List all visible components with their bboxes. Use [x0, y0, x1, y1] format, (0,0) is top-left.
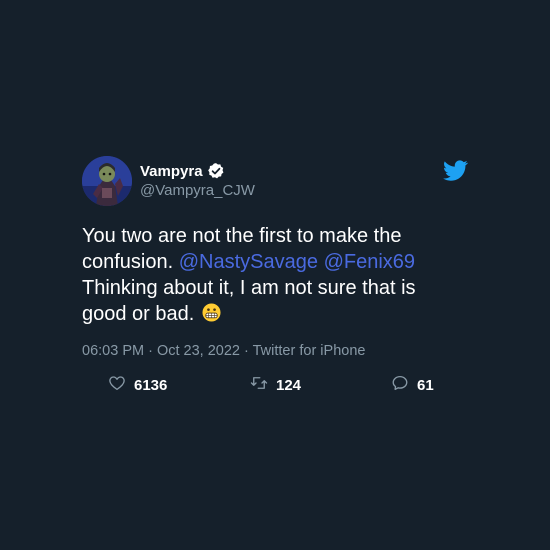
retweet-count: 124: [276, 377, 302, 394]
tweet-card: Vampyra @Vampyra_CJW You two are not the…: [82, 156, 472, 394]
action-bar: 6136 124 61: [82, 374, 482, 394]
tweet-text-segment: confusion.: [82, 251, 179, 273]
reply-count: 61: [417, 377, 434, 394]
mention-link-nastysavage[interactable]: @NastySavage: [179, 251, 318, 273]
like-button[interactable]: 6136: [108, 374, 167, 397]
tweet-header: Vampyra @Vampyra_CJW: [82, 156, 472, 208]
tweet-text-line: You two are not the first to make the: [82, 225, 402, 247]
tweet-source[interactable]: Twitter for iPhone: [253, 343, 366, 359]
reply-button[interactable]: 61: [391, 374, 434, 397]
tweet-time[interactable]: 06:03 PM: [82, 343, 144, 359]
tweet-text-line: good or bad.: [82, 301, 462, 327]
mention-link-fenix69[interactable]: @Fenix69: [324, 251, 415, 273]
meta-separator: ·: [240, 343, 253, 359]
display-name[interactable]: Vampyra: [140, 163, 203, 180]
reply-icon: [391, 374, 409, 397]
avatar[interactable]: [82, 156, 132, 206]
tweet-text-line: confusion. @NastySavage @Fenix69: [82, 249, 462, 275]
tweet-date[interactable]: Oct 23, 2022: [157, 343, 240, 359]
like-count: 6136: [134, 377, 168, 394]
handle[interactable]: @Vampyra_CJW: [140, 182, 255, 199]
name-row: Vampyra: [140, 162, 225, 180]
heart-icon: [108, 374, 126, 397]
grimacing-face-emoji: [202, 303, 221, 322]
twitter-bird-icon[interactable]: [443, 158, 468, 183]
meta-separator: ·: [144, 343, 157, 359]
tweet-text-segment: good or bad.: [82, 303, 195, 325]
retweet-icon: [250, 374, 268, 397]
tweet-text: You two are not the first to make the co…: [82, 223, 462, 327]
retweet-button[interactable]: 124: [250, 374, 301, 397]
verified-badge-icon: [207, 162, 225, 180]
tweet-text-line: Thinking about it, I am not sure that is: [82, 277, 416, 299]
tweet-meta: 06:03 PM · Oct 23, 2022 · Twitter for iP…: [82, 343, 472, 359]
